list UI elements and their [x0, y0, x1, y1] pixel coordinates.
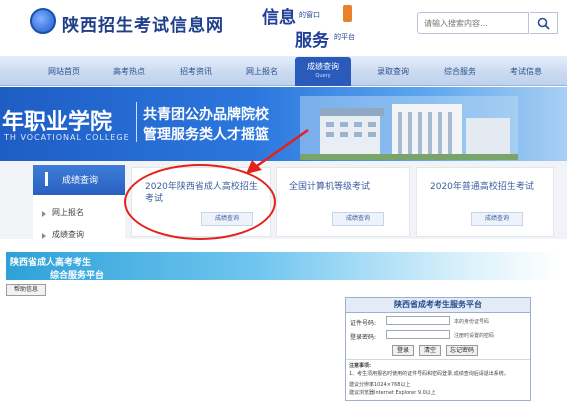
sidebar-header-bar [45, 172, 48, 186]
score-query-button[interactable]: 成绩查询 [332, 212, 384, 226]
login-title: 陕西省成考考生服务平台 [346, 298, 530, 313]
banner-divider [136, 102, 137, 142]
nav-item-admission[interactable]: 录取查询 [377, 66, 409, 77]
login-button[interactable]: 登录 [392, 345, 414, 356]
slogan-line2-small: 的平台 [334, 33, 355, 41]
nav-item-hot[interactable]: 高考热点 [113, 66, 145, 77]
password-hint: 注册时设置的密码 [454, 333, 495, 339]
id-number-hint: 本的身份证号码 [454, 319, 490, 325]
banner-school-name: 年职业学院 [2, 109, 113, 135]
search-icon [537, 17, 550, 30]
chevron-right-icon [42, 233, 46, 239]
help-button[interactable]: 帮助信息 [6, 284, 46, 296]
nav-item-home[interactable]: 网站首页 [48, 66, 80, 77]
score-card-title[interactable]: 2020年普通高校招生考试 [430, 181, 552, 193]
id-number-label: 证件号码: [350, 320, 377, 327]
password-label: 登录密码: [350, 334, 377, 341]
system-title-line2: 综合服务平台 [50, 271, 105, 281]
score-query-button[interactable]: 成绩查询 [471, 212, 523, 226]
sidebar-item-scores[interactable]: 成绩查询 [52, 229, 84, 240]
banner-slogan-1: 共青团公办品牌院校 [143, 107, 269, 123]
sidebar-header-label: 成绩查询 [62, 176, 99, 186]
main-nav [0, 56, 567, 86]
slogan-line1-small: 的窗口 [299, 11, 320, 19]
nav-item-news[interactable]: 招考资讯 [180, 66, 212, 77]
id-number-input[interactable] [386, 316, 450, 325]
slogan-line2: 服务 [295, 31, 329, 51]
chevron-right-icon [42, 211, 46, 217]
notes-title: 注意事项: [349, 363, 371, 369]
forgot-password-button[interactable]: 忘记密码 [446, 345, 478, 356]
notes-resolution: 建议分辨率1024×768以上 [349, 382, 411, 388]
site-logo-icon[interactable] [30, 8, 56, 34]
score-card-title[interactable]: 全国计算机等级考试 [289, 181, 399, 193]
search-button[interactable] [530, 12, 558, 34]
nav-item-scores-label[interactable]: 成绩查询 [300, 61, 346, 72]
campus-building-image [300, 96, 518, 160]
annotation-arrow-icon [246, 128, 309, 174]
password-input[interactable] [386, 330, 450, 339]
nav-item-exam-info[interactable]: 考试信息 [510, 66, 542, 77]
site-title[interactable]: 陕西招生考试信息网 [62, 11, 224, 36]
sidebar-item-register[interactable]: 网上报名 [52, 207, 84, 218]
slogan-badge-icon [343, 5, 352, 22]
login-divider [346, 359, 530, 360]
nav-item-scores-sublabel: Query [315, 73, 331, 79]
score-card-gaokao[interactable] [416, 167, 554, 237]
slogan-line1: 信息 [262, 8, 296, 28]
banner-school-en: TH VOCATIONAL COLLEGE [4, 133, 130, 142]
system-title-line1: 陕西省成人高考考生 [10, 258, 92, 268]
notes-line: 1、考生须用报名时使用的证件号码和密码登录,成绩查询后请退出系统。 [349, 371, 509, 377]
clear-button[interactable]: 清空 [419, 345, 441, 356]
nav-item-services[interactable]: 综合服务 [444, 66, 476, 77]
notes-browser: 建议浏览器Internet Explorer 9.0以上 [349, 390, 436, 396]
search-input[interactable] [417, 12, 529, 34]
nav-item-register[interactable]: 网上报名 [246, 66, 278, 77]
